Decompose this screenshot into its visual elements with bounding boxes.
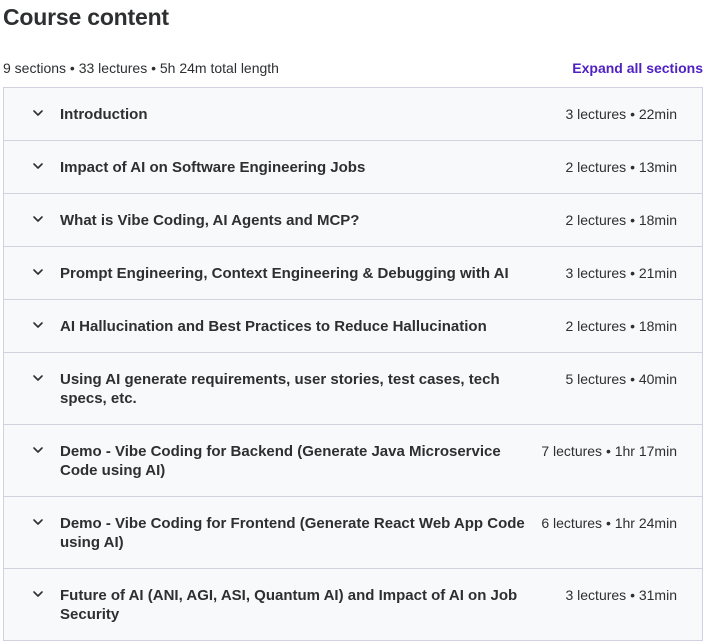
section-title: AI Hallucination and Best Practices to R… [60,318,487,335]
section-row[interactable]: Demo - Vibe Coding for Backend (Generate… [4,425,702,497]
chevron-down-icon [32,213,44,225]
section-title: Demo - Vibe Coding for Backend (Generate… [60,443,501,479]
chevron-down-icon [32,266,44,278]
section-row[interactable]: Using AI generate requirements, user sto… [4,353,702,425]
section-title: Using AI generate requirements, user sto… [60,371,500,407]
chevron-down-icon [32,107,44,119]
course-summary: 9 sections • 33 lectures • 5h 24m total … [3,60,279,76]
section-title: Prompt Engineering, Context Engineering … [60,265,509,282]
section-meta: 3 lectures • 31min [565,587,677,603]
section-row[interactable]: AI Hallucination and Best Practices to R… [4,300,702,353]
section-meta: 2 lectures • 13min [565,159,677,175]
section-row[interactable]: Demo - Vibe Coding for Frontend (Generat… [4,497,702,569]
page-title: Course content [3,4,169,30]
expand-all-sections-button[interactable]: Expand all sections [572,60,703,76]
section-row[interactable]: Prompt Engineering, Context Engineering … [4,247,702,300]
section-meta: 6 lectures • 1hr 24min [541,515,677,531]
section-meta: 2 lectures • 18min [565,318,677,334]
chevron-down-icon [32,444,44,456]
section-title: Introduction [60,106,148,123]
section-row[interactable]: Impact of AI on Software Engineering Job… [4,141,702,194]
section-title: Future of AI (ANI, AGI, ASI, Quantum AI)… [60,587,518,623]
section-meta: 3 lectures • 22min [565,106,677,122]
section-meta: 5 lectures • 40min [565,371,677,387]
section-meta: 3 lectures • 21min [565,265,677,281]
section-meta: 7 lectures • 1hr 17min [541,443,677,459]
section-row[interactable]: What is Vibe Coding, AI Agents and MCP? … [4,194,702,247]
chevron-down-icon [32,588,44,600]
chevron-down-icon [32,160,44,172]
section-meta: 2 lectures • 18min [565,212,677,228]
chevron-down-icon [32,516,44,528]
course-summary-row: 9 sections • 33 lectures • 5h 24m total … [3,59,703,77]
chevron-down-icon [32,372,44,384]
section-title: What is Vibe Coding, AI Agents and MCP? [60,212,360,229]
chevron-down-icon [32,319,44,331]
section-title: Demo - Vibe Coding for Frontend (Generat… [60,515,525,551]
section-title: Impact of AI on Software Engineering Job… [60,159,366,176]
section-row[interactable]: Future of AI (ANI, AGI, ASI, Quantum AI)… [4,569,702,641]
section-row[interactable]: Introduction 3 lectures • 22min [4,88,702,141]
section-list: Introduction 3 lectures • 22min Impact o… [3,87,703,641]
course-content-panel: Course content 9 sections • 33 lectures … [0,0,704,644]
